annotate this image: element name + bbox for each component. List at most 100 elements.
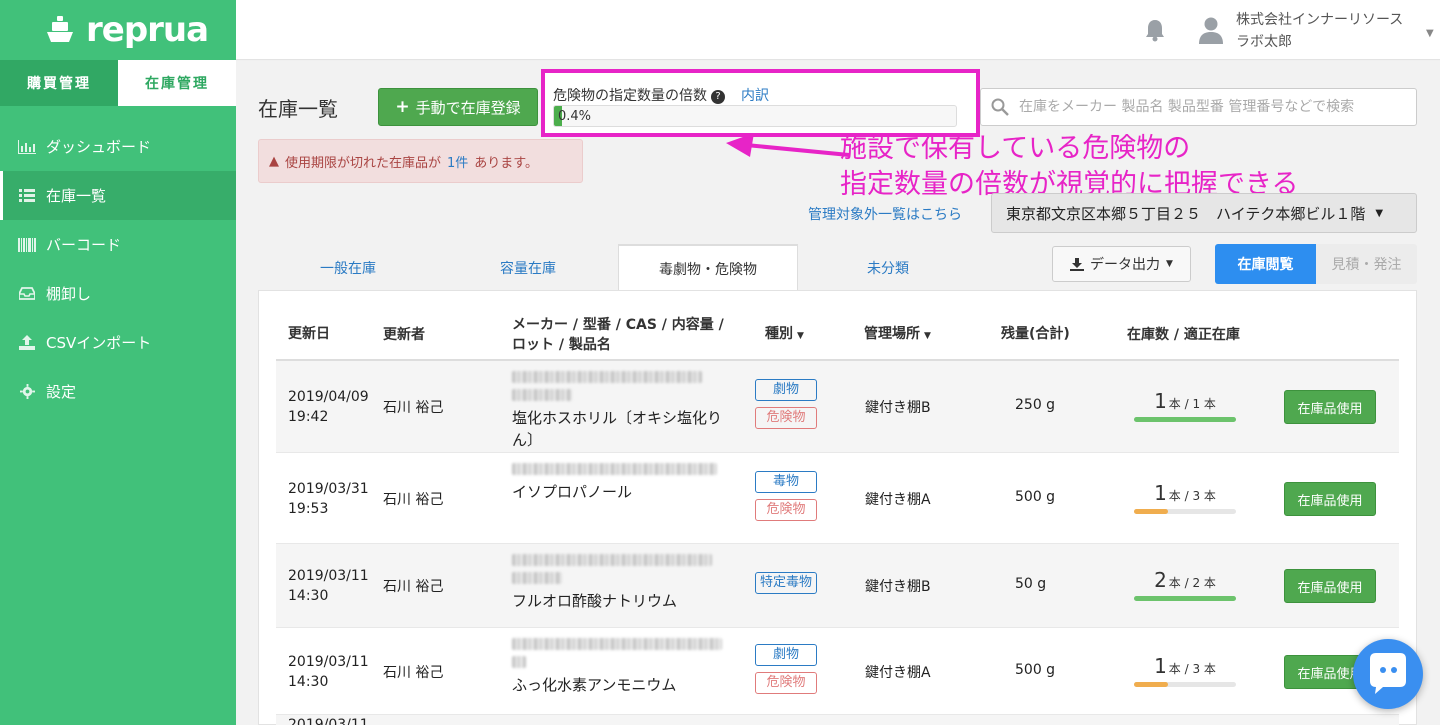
remaining-amount: 500 g bbox=[1015, 489, 1056, 505]
product-info[interactable]: イソプロパノール bbox=[512, 463, 722, 503]
chevron-down-icon: ▼ bbox=[1375, 207, 1384, 219]
manual-register-button[interactable]: + 手動で在庫登録 bbox=[378, 88, 538, 126]
table-row: 2019/04/09 19:42 石川 裕己 塩化ホスホリル〔オキシ塩化りん〕 劇物 危険… bbox=[276, 361, 1399, 453]
quote-order-button[interactable]: 見積・発注 bbox=[1316, 244, 1417, 284]
sidebar-item-inventory-list[interactable]: 在庫一覧 bbox=[0, 171, 236, 220]
sidebar-item-dashboard[interactable]: ダッシュボード bbox=[0, 122, 236, 171]
search-box[interactable] bbox=[980, 88, 1417, 126]
logo[interactable]: reprua bbox=[0, 0, 236, 60]
header-stock: 在庫数 / 適正在庫 bbox=[1127, 327, 1240, 343]
use-stock-button[interactable]: 在庫品使用 bbox=[1284, 569, 1376, 603]
list-icon bbox=[18, 188, 36, 204]
stock-count: 1本 / 3 本 bbox=[1133, 654, 1237, 687]
blurred-product-details bbox=[512, 656, 526, 668]
header-place[interactable]: 管理場所 ▼ bbox=[864, 323, 931, 343]
sidebar-item-stocktaking[interactable]: 棚卸し bbox=[0, 269, 236, 318]
kind-badge: 危険物 bbox=[755, 407, 817, 429]
date-text: 2019/03/11 bbox=[288, 654, 369, 670]
kind-badge: 危険物 bbox=[755, 499, 817, 521]
tab-hazardous[interactable]: 毒劇物・危険物 bbox=[618, 244, 798, 291]
stock-current: 1 bbox=[1154, 481, 1167, 505]
sidebar-tab-purchase[interactable]: 購買管理 bbox=[0, 60, 118, 106]
export-button[interactable]: データ出力 ▼ bbox=[1052, 246, 1191, 282]
search-input[interactable] bbox=[1019, 89, 1409, 125]
stock-numbers: 1本 / 3 本 bbox=[1133, 654, 1237, 678]
header-product-line: メーカー / 型番 / CAS / 内容量 / bbox=[512, 317, 724, 333]
blurred-product-details bbox=[512, 638, 722, 650]
ship-logo-icon bbox=[47, 16, 73, 42]
stock-level-fill bbox=[1134, 682, 1168, 687]
hazard-progress-bar: 0.4% bbox=[553, 105, 957, 127]
hazard-breakdown-link[interactable]: 内訳 bbox=[741, 85, 769, 105]
time-text: 19:42 bbox=[288, 409, 329, 425]
header-kind[interactable]: 種別 ▼ bbox=[765, 323, 804, 343]
storage-place: 鍵付き棚A bbox=[865, 492, 931, 508]
user-name[interactable]: ラボ太郎 bbox=[1236, 31, 1292, 51]
stock-target: 本 / 2 本 bbox=[1168, 576, 1216, 590]
product-info[interactable]: 塩化ホスホリル〔オキシ塩化りん〕 bbox=[512, 371, 722, 451]
use-stock-button[interactable]: 在庫品使用 bbox=[1284, 482, 1376, 516]
storage-place: 鍵付き棚A bbox=[865, 665, 931, 681]
caret-down-icon: ▼ bbox=[924, 331, 931, 341]
search-icon bbox=[991, 98, 1009, 116]
location-select[interactable]: 東京都文京区本郷５丁目２５ ハイテク本郷ビル１階 ▼ bbox=[991, 193, 1417, 233]
help-icon[interactable]: ? bbox=[711, 90, 725, 104]
inbox-icon bbox=[18, 286, 36, 302]
table-row: 2019/03/11 14:30 石川 裕己 ふっ化水素アンモニウム 劇物 危険物 鍵付き棚… bbox=[276, 628, 1399, 715]
hazard-label: 危険物の指定数量の倍数? bbox=[553, 85, 725, 105]
sidebar-item-barcode[interactable]: バーコード bbox=[0, 220, 236, 269]
chat-button[interactable] bbox=[1353, 639, 1423, 709]
storage-place: 鍵付き棚B bbox=[865, 400, 931, 416]
table-row: 2019/03/11 14:30 石川 裕己 フルオロ酢酸ナトリウム 特定毒物 鍵付き棚B… bbox=[276, 544, 1399, 628]
stock-count: 1本 / 3 本 bbox=[1133, 481, 1237, 514]
export-label: データ出力 bbox=[1090, 257, 1161, 273]
sidebar-item-settings[interactable]: 設定 bbox=[0, 367, 236, 416]
outside-list-link[interactable]: 管理対象外一覧はこちら bbox=[808, 204, 962, 224]
bar-chart-icon bbox=[18, 139, 36, 155]
plus-icon: + bbox=[395, 97, 410, 117]
blurred-product-details bbox=[512, 554, 712, 566]
blurred-product-details bbox=[512, 572, 562, 584]
stock-count: 1本 / 1 本 bbox=[1133, 389, 1237, 422]
stock-current: 2 bbox=[1154, 568, 1167, 592]
view-button[interactable]: 在庫閲覧 bbox=[1215, 244, 1316, 284]
tab-general[interactable]: 一般在庫 bbox=[258, 244, 438, 291]
kind-badges: 毒物 危険物 bbox=[755, 471, 817, 527]
sidebar-item-label: 棚卸し bbox=[46, 285, 92, 303]
tab-unclassified[interactable]: 未分類 bbox=[798, 244, 978, 291]
page-title: 在庫一覧 bbox=[258, 97, 338, 121]
sidebar-tab-inventory[interactable]: 在庫管理 bbox=[118, 60, 236, 106]
use-stock-button[interactable]: 在庫品使用 bbox=[1284, 390, 1376, 424]
stock-count: 2本 / 2 本 bbox=[1133, 568, 1237, 601]
stock-level-bar bbox=[1134, 596, 1236, 601]
updated-date: 2019/03/11 14:30 bbox=[288, 652, 369, 692]
header-updated[interactable]: 更新日 bbox=[288, 323, 330, 343]
sidebar-item-csv-import[interactable]: CSVインポート bbox=[0, 318, 236, 367]
kind-badges: 特定毒物 bbox=[755, 572, 817, 600]
user-avatar-icon[interactable] bbox=[1198, 16, 1224, 44]
product-info[interactable]: ふっ化水素アンモニウム bbox=[512, 638, 722, 696]
stock-current: 1 bbox=[1154, 389, 1167, 413]
hazard-value: 0.4% bbox=[558, 109, 592, 124]
stock-numbers: 1本 / 1 本 bbox=[1133, 389, 1237, 413]
product-name: ふっ化水素アンモニウム bbox=[512, 676, 677, 694]
updated-date: 2019/03/31 19:53 bbox=[288, 479, 369, 519]
storage-place: 鍵付き棚B bbox=[865, 579, 931, 595]
user-company[interactable]: 株式会社インナーリソース bbox=[1236, 9, 1403, 29]
annotation-line: 施設で保有している危険物の bbox=[840, 133, 1191, 164]
blurred-product-details bbox=[512, 371, 702, 383]
hazard-multiple-panel: 危険物の指定数量の倍数? 内訳 0.4% bbox=[541, 69, 980, 137]
chevron-down-icon[interactable]: ▼ bbox=[1426, 28, 1434, 39]
product-info[interactable]: フルオロ酢酸ナトリウム bbox=[512, 554, 722, 612]
updated-date: 2019/03/11 bbox=[288, 715, 369, 725]
kind-badge: 危険物 bbox=[755, 672, 817, 694]
tab-volume[interactable]: 容量在庫 bbox=[438, 244, 618, 291]
alert-count-link[interactable]: 1件 bbox=[447, 152, 468, 171]
date-text: 2019/03/11 bbox=[288, 717, 369, 725]
sidebar: reprua 購買管理 在庫管理 ダッシュボード 在庫一覧 バーコード 棚卸し … bbox=[0, 0, 236, 725]
bell-icon[interactable] bbox=[1144, 18, 1166, 42]
table-row: 2019/03/31 19:53 石川 裕己 イソプロパノール 毒物 危険物 鍵付き棚A 50… bbox=[276, 453, 1399, 544]
kind-badge: 劇物 bbox=[755, 379, 817, 401]
alert-suffix: あります。 bbox=[474, 155, 538, 171]
inventory-tabs: 一般在庫 容量在庫 毒劇物・危険物 未分類 bbox=[258, 244, 978, 291]
